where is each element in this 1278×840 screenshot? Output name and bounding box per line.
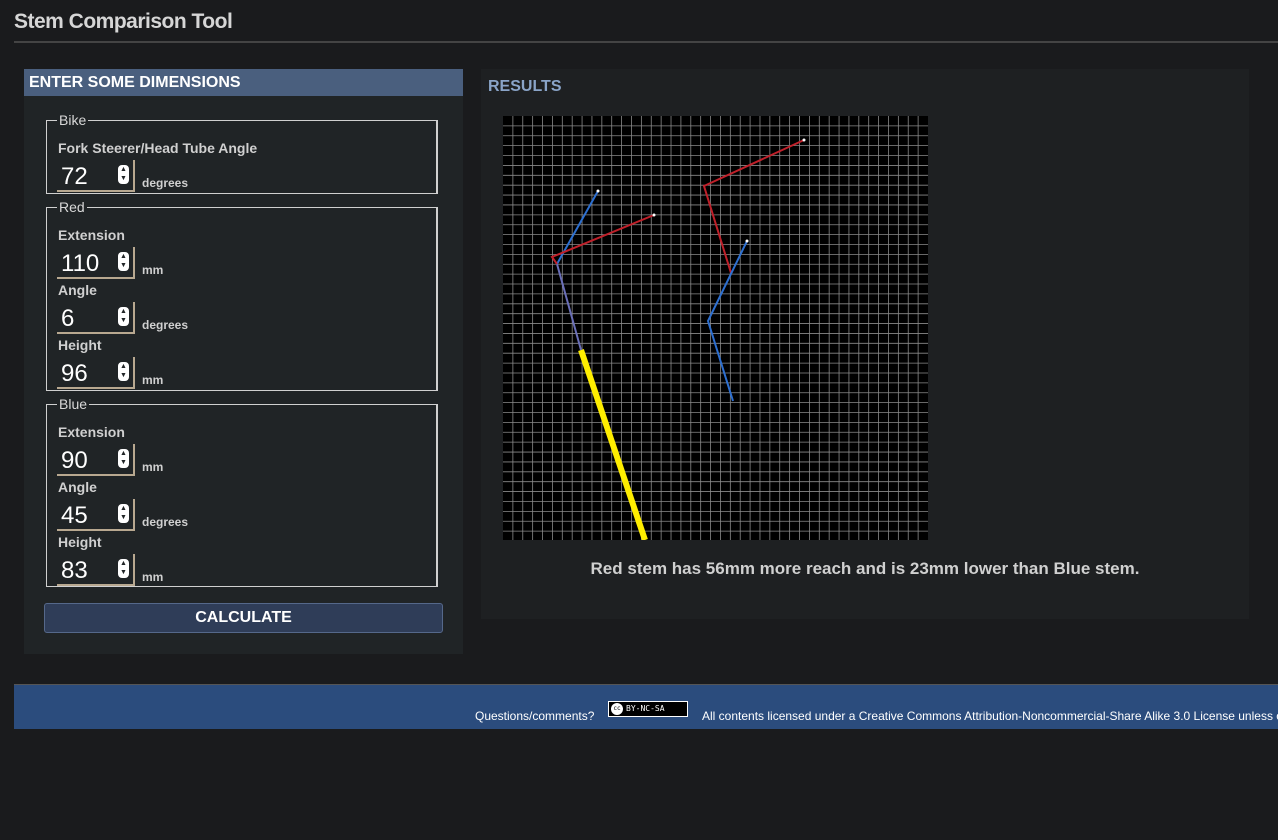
right-blue-endpoint [745, 239, 749, 243]
spinner-icon[interactable]: ▲ ▼ [118, 559, 129, 578]
head-tube-angle-value: 72 [61, 163, 88, 190]
results-panel: RESULTS Red stem has 56mm more reach and… [481, 69, 1249, 619]
red-extension-input[interactable]: 110 ▲ ▼ [57, 247, 135, 279]
red-angle-input[interactable]: 6 ▲ ▼ [57, 302, 135, 334]
blue-legend: Blue [59, 396, 88, 412]
left-blue-endpoint [596, 189, 600, 193]
red-extension-unit: mm [142, 263, 164, 277]
grid-lines [503, 116, 928, 540]
red-extension-value: 110 [61, 250, 100, 277]
red-height-unit: mm [142, 373, 164, 387]
page-title: Stem Comparison Tool [14, 10, 233, 33]
stem-diagram-canvas [503, 116, 928, 541]
spinner-icon[interactable]: ▲ ▼ [118, 307, 129, 326]
cc-logo-icon: cc [611, 703, 623, 715]
blue-fieldset: Blue Extension 90 ▲ ▼ mm Angle 45 ▲ ▼ degr… [46, 397, 438, 587]
spinner-icon[interactable]: ▲ ▼ [118, 504, 129, 523]
blue-height-label: Height [58, 534, 102, 550]
blue-angle-label: Angle [58, 479, 97, 495]
spinner-icon[interactable]: ▲ ▼ [118, 252, 129, 271]
right-red-endpoint [802, 138, 806, 142]
blue-height-input[interactable]: 83 ▲ ▼ [57, 554, 135, 586]
head-tube-angle-unit: degrees [142, 176, 189, 190]
left-steerer-line [556, 263, 582, 351]
license-text: All contents licensed under a Creative C… [702, 709, 1278, 723]
red-height-label: Height [58, 337, 102, 353]
blue-height-unit: mm [142, 570, 164, 584]
calculate-button[interactable]: CALCULATE [44, 603, 443, 633]
red-angle-label: Angle [58, 282, 97, 298]
results-title: RESULTS [488, 78, 562, 95]
blue-extension-label: Extension [58, 424, 125, 440]
head-tube-angle-label: Fork Steerer/Head Tube Angle [58, 140, 258, 156]
cc-license-badge[interactable]: cc BY-NC-SA [608, 701, 688, 717]
left-red-stem-line [550, 214, 655, 265]
red-extension-label: Extension [58, 227, 125, 243]
red-height-input[interactable]: 96 ▲ ▼ [57, 357, 135, 389]
red-height-value: 96 [61, 360, 88, 387]
blue-angle-unit: degrees [142, 515, 189, 529]
left-red-endpoint [652, 213, 656, 217]
red-fieldset: Red Extension 110 ▲ ▼ mm Angle 6 ▲ ▼ degre… [46, 200, 438, 391]
head-tube-angle-input[interactable]: 72 ▲ ▼ [57, 160, 135, 192]
right-red-stem-line [702, 139, 805, 274]
blue-extension-unit: mm [142, 460, 164, 474]
blue-extension-input[interactable]: 90 ▲ ▼ [57, 444, 135, 476]
blue-angle-value: 45 [61, 502, 88, 529]
blue-angle-input[interactable]: 45 ▲ ▼ [57, 499, 135, 531]
footer: Questions/comments? cc BY-NC-SA All conte… [14, 684, 1278, 729]
spinner-icon[interactable]: ▲ ▼ [118, 362, 129, 381]
bike-fieldset: Bike Fork Steerer/Head Tube Angle 72 ▲ ▼ … [46, 113, 438, 194]
red-legend: Red [59, 199, 85, 215]
blue-height-value: 83 [61, 557, 88, 584]
red-angle-value: 6 [61, 305, 75, 332]
red-angle-unit: degrees [142, 318, 189, 332]
questions-link[interactable]: Questions/comments? [475, 709, 594, 723]
spinner-icon[interactable]: ▲ ▼ [118, 449, 129, 468]
blue-extension-value: 90 [61, 447, 88, 474]
bike-legend: Bike [59, 112, 87, 128]
cc-badge-label: BY-NC-SA [626, 704, 665, 713]
title-divider [14, 41, 1278, 43]
result-summary: Red stem has 56mm more reach and is 23mm… [590, 559, 1140, 578]
input-panel: ENTER SOME DIMENSIONS Bike Fork Steerer/… [24, 69, 463, 654]
input-panel-header: ENTER SOME DIMENSIONS [24, 69, 463, 96]
spinner-icon[interactable]: ▲ ▼ [118, 165, 129, 184]
stem-diagram [503, 116, 928, 541]
